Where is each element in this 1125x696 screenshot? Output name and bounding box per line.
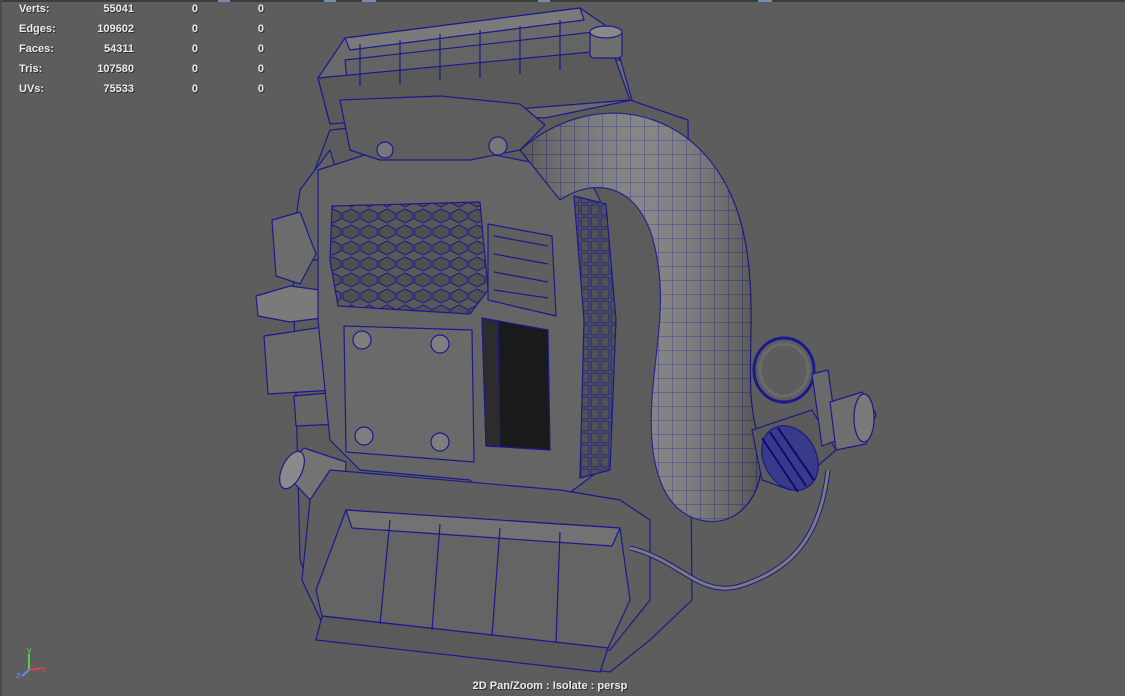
hud-label: Edges:	[19, 23, 56, 35]
hud-value-total: 75533	[103, 83, 134, 95]
z-axis-line	[21, 669, 30, 677]
hud-value-selected: 0	[191, 3, 198, 15]
hud-row-edges: Edges: 109602 0 0	[0, 23, 280, 37]
hud-value-triangulated: 0	[257, 63, 264, 75]
hud-label: Faces:	[19, 43, 54, 55]
x-axis-line	[28, 667, 43, 671]
axis-gizmo: y z x	[16, 648, 47, 680]
hud-value-triangulated: 0	[257, 83, 264, 95]
hud-row-tris: Tris: 107580 0 0	[0, 63, 280, 77]
hud-row-faces: Faces: 54311 0 0	[0, 43, 280, 57]
hud-value-total: 54311	[104, 43, 134, 55]
hud-value-selected: 0	[191, 83, 198, 95]
hud-value-triangulated: 0	[257, 43, 264, 55]
hud-value-triangulated: 0	[257, 23, 264, 35]
hud-label: Tris:	[19, 63, 43, 75]
hud-value-total: 107580	[97, 63, 134, 75]
y-axis-label: y	[27, 648, 32, 655]
hud-value-selected: 0	[191, 63, 198, 75]
x-axis-label: x	[42, 664, 47, 674]
hud-label: UVs:	[19, 83, 45, 95]
air-intake-grill	[329, 201, 489, 315]
nozzle-assembly	[751, 336, 877, 493]
hud-row-verts: Verts: 55041 0 0	[0, 3, 280, 17]
hud-value-selected: 0	[191, 43, 198, 55]
hud-value-total: 109602	[97, 23, 134, 35]
backpack-blower-mesh[interactable]	[0, 0, 1125, 696]
fuel-cap	[589, 25, 623, 59]
viewport-panel[interactable]: Verts: 55041 0 0 Edges: 109602 0 0 Faces…	[0, 0, 1125, 696]
camera-status-label: 2D Pan/Zoom : Isolate : persp	[472, 680, 628, 692]
handle-left	[255, 285, 323, 323]
hud-value-selected: 0	[191, 23, 198, 35]
hud-row-uvs: UVs: 75533 0 0	[0, 83, 280, 97]
hud-value-triangulated: 0	[257, 3, 264, 15]
hud-value-total: 55041	[103, 3, 134, 15]
z-axis-label: z	[16, 670, 21, 680]
hud-label: Verts:	[19, 3, 50, 15]
